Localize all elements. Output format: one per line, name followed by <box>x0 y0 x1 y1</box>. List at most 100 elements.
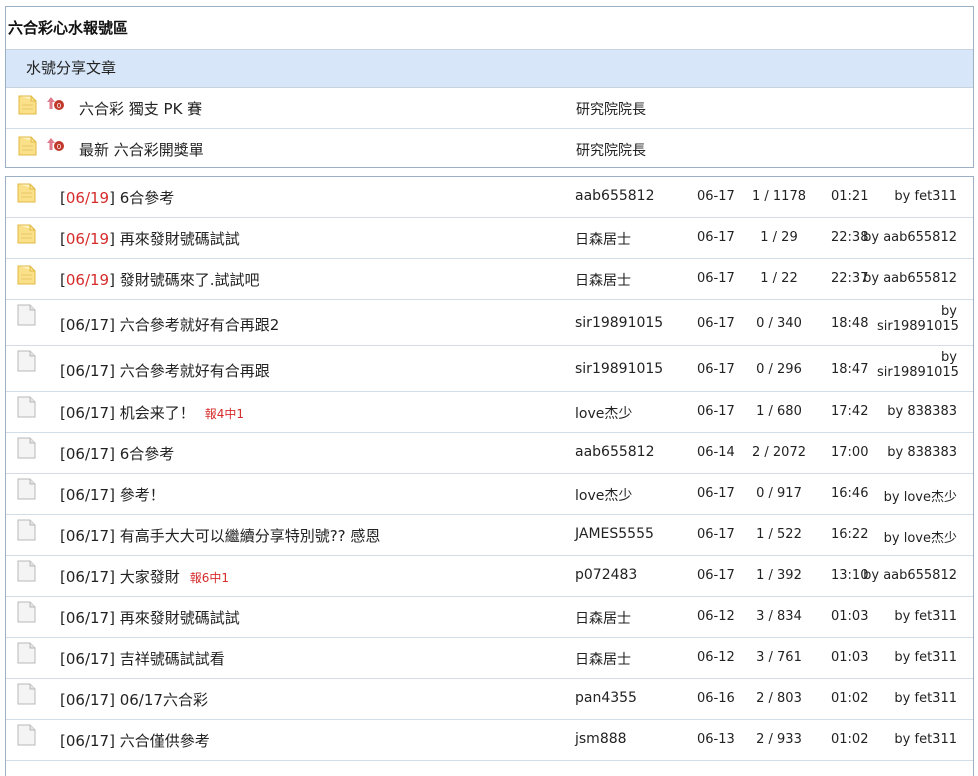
thread-author[interactable]: love杰少 <box>575 485 632 505</box>
thread-title-text[interactable]: 大家發財 <box>120 568 180 586</box>
thread-row[interactable]: [06/17] 六合僅供參考 jsm888 06-13 2 / 933 01:02 by … <box>6 720 973 761</box>
last-reply-by: by aab655812 <box>863 568 957 583</box>
thread-title-text[interactable]: 6合參考 <box>120 189 175 207</box>
thread-title-text[interactable]: 吉祥號碼試試看 <box>120 650 225 668</box>
thread-title[interactable]: [06/17] 大家發財 報6中1 <box>60 566 229 587</box>
thread-title-text[interactable]: 六合參考就好有合再跟 <box>120 362 270 380</box>
thread-title[interactable]: [06/17] 參考！ <box>60 484 165 505</box>
thread-author[interactable]: p072483 <box>575 567 637 583</box>
thread-author[interactable]: 日森居士 <box>575 649 631 669</box>
last-reply-by: by 838383 <box>887 445 957 460</box>
pinned-board-panel: 六合彩心水報號區 水號分享文章 0 六合彩 獨支 PK 賽研究院院長 0 最新 六合彩… <box>5 6 974 168</box>
reply-view-count: 0 / 296 <box>756 362 802 377</box>
thread-post-date: 06-16 <box>697 691 735 706</box>
thread-title-text[interactable]: 有高手大大可以繼續分享特別號?? 感恩 <box>120 527 381 545</box>
thread-author[interactable]: JAMES5555 <box>575 526 654 542</box>
pin-up-icon: 0 <box>46 137 66 153</box>
pinned-thread-author[interactable]: 研究院院長 <box>576 140 646 160</box>
last-reply-by-label: by <box>894 732 911 747</box>
reply-view-count: 1 / 29 <box>760 230 798 245</box>
pinned-thread-title[interactable]: 六合彩 獨支 PK 賽 <box>79 98 202 119</box>
thread-title-text[interactable]: 參考！ <box>120 486 165 504</box>
last-reply-by-label: by <box>894 650 911 665</box>
thread-date-tag: 06/17 <box>65 362 110 380</box>
thread-author[interactable]: 日森居士 <box>575 270 631 290</box>
thread-row[interactable]: [06/17] 有高手大大可以繼續分享特別號?? 感恩 JAMES5555 06-1… <box>6 515 973 556</box>
last-reply-user[interactable]: sir19891015 <box>877 365 959 380</box>
thread-title-text[interactable]: 六合參考就好有合再跟2 <box>120 316 280 334</box>
thread-title[interactable]: [06/17] 06/17六合彩 <box>60 689 208 710</box>
thread-title-text[interactable]: 机会来了！ <box>120 404 195 422</box>
last-reply-user[interactable]: love杰少 <box>904 531 957 546</box>
thread-title-text[interactable]: 六合僅供參考 <box>120 732 210 750</box>
last-reply-time: 18:48 <box>831 316 869 331</box>
thread-title[interactable]: [06/17] 吉祥號碼試試看 <box>60 648 225 669</box>
thread-row[interactable]: [06/17] 參考！ love杰少 06-17 0 / 917 16:46 by lov… <box>6 474 973 515</box>
pinned-thread-author[interactable]: 研究院院長 <box>576 99 646 119</box>
thread-row[interactable]: [06/17] 机会来了！ 報4中1 love杰少 06-17 1 / 680 17:42… <box>6 392 973 433</box>
thread-title-text[interactable]: 06/17六合彩 <box>120 691 208 709</box>
thread-author[interactable]: 日森居士 <box>575 229 631 249</box>
thread-author[interactable]: love杰少 <box>575 403 632 423</box>
thread-post-date: 06-17 <box>697 527 735 542</box>
last-reply-time: 01:03 <box>831 650 869 665</box>
thread-title[interactable]: [06/17] 六合僅供參考 <box>60 730 210 751</box>
thread-post-date: 06-17 <box>697 271 735 286</box>
pinned-thread-row[interactable]: 0 六合彩 獨支 PK 賽 研究院院長 <box>6 88 973 129</box>
pinned-thread-title[interactable]: 最新 六合彩開獎單 <box>79 139 204 160</box>
thread-row[interactable]: [06/19] 發財號碼來了.試試吧 日森居士 06-17 1 / 22 22:37 by… <box>6 259 973 300</box>
last-reply-user[interactable]: fet311 <box>915 650 958 665</box>
thread-title-text[interactable]: 發財號碼來了.試試吧 <box>120 271 260 289</box>
thread-row[interactable]: [06/17] 06/17六合彩 pan4355 06-16 2 / 803 01:02… <box>6 679 973 720</box>
last-reply-user[interactable]: 838383 <box>907 404 957 419</box>
thread-author[interactable]: jsm888 <box>575 731 627 747</box>
thread-author[interactable]: pan4355 <box>575 690 637 706</box>
last-reply-user[interactable]: fet311 <box>915 189 958 204</box>
thread-title[interactable]: [06/19] 再來發財號碼試試 <box>60 228 240 249</box>
thread-row[interactable]: [06/17] 六合參考就好有合再跟2 sir19891015 06-17 0 / 3… <box>6 300 973 346</box>
thread-date-tag: 06/19 <box>65 271 110 289</box>
thread-title[interactable]: [06/17] 再來發財號碼試試 <box>60 607 240 628</box>
last-reply-user[interactable]: fet311 <box>915 609 958 624</box>
last-reply-by-label: by <box>887 445 904 460</box>
thread-title[interactable]: [06/19] 發財號碼來了.試試吧 <box>60 269 260 290</box>
thread-author[interactable]: 日森居士 <box>575 608 631 628</box>
last-reply-by-label: by <box>887 404 904 419</box>
last-reply-user[interactable]: aab655812 <box>883 230 957 245</box>
last-reply-user[interactable]: love杰少 <box>904 490 957 505</box>
last-reply-user[interactable]: aab655812 <box>883 271 957 286</box>
thread-row[interactable]: [06/19] 6合參考 aab655812 06-17 1 / 1178 01:21 b… <box>6 177 973 218</box>
thread-post-date: 06-12 <box>697 650 735 665</box>
last-reply-user[interactable]: fet311 <box>915 732 958 747</box>
thread-list: [06/19] 6合參考 aab655812 06-17 1 / 1178 01:21 b… <box>5 176 974 776</box>
document-icon <box>17 560 37 582</box>
thread-title-text[interactable]: 6合參考 <box>120 445 175 463</box>
thread-author[interactable]: sir19891015 <box>575 315 663 331</box>
last-reply-user[interactable]: sir19891015 <box>877 319 959 334</box>
thread-row[interactable]: [06/17] 吉祥號碼試試看 日森居士 06-12 3 / 761 01:03 by f… <box>6 638 973 679</box>
last-reply-by-label: by <box>863 271 880 286</box>
thread-title-text[interactable]: 再來發財號碼試試 <box>120 230 240 248</box>
thread-author[interactable]: sir19891015 <box>575 361 663 377</box>
thread-title[interactable]: [06/17] 六合參考就好有合再跟 <box>60 360 270 381</box>
pinned-thread-row[interactable]: 0 最新 六合彩開獎單 研究院院長 <box>6 129 973 169</box>
thread-title-text[interactable]: 再來發財號碼試試 <box>120 609 240 627</box>
last-reply-user[interactable]: 838383 <box>907 445 957 460</box>
thread-row[interactable]: [06/19] 再來發財號碼試試 日森居士 06-17 1 / 29 22:38 by a… <box>6 218 973 259</box>
folder-icon <box>18 93 38 115</box>
thread-title[interactable]: [06/17] 6合參考 <box>60 443 174 464</box>
thread-row[interactable]: [06/17] 再來發財號碼試試 日森居士 06-12 3 / 834 01:03 by … <box>6 597 973 638</box>
thread-author[interactable]: aab655812 <box>575 444 655 460</box>
thread-title[interactable]: [06/17] 机会来了！ 報4中1 <box>60 402 244 423</box>
document-icon <box>17 683 37 705</box>
thread-title[interactable]: [06/19] 6合參考 <box>60 187 174 208</box>
thread-title[interactable]: [06/17] 六合參考就好有合再跟2 <box>60 314 279 335</box>
thread-author[interactable]: aab655812 <box>575 188 655 204</box>
thread-title[interactable]: [06/17] 有高手大大可以繼續分享特別號?? 感恩 <box>60 525 380 546</box>
thread-row[interactable]: [06/17] 大家發財 報6中1 p072483 06-17 1 / 392 13:10… <box>6 556 973 597</box>
last-reply-user[interactable]: aab655812 <box>883 568 957 583</box>
last-reply-by-label: by <box>894 189 911 204</box>
thread-row[interactable]: [06/17] 6合參考 aab655812 06-14 2 / 2072 17:00 b… <box>6 433 973 474</box>
last-reply-user[interactable]: fet311 <box>915 691 958 706</box>
thread-row[interactable]: [06/17] 六合參考就好有合再跟 sir19891015 06-17 0 / 29… <box>6 346 973 392</box>
